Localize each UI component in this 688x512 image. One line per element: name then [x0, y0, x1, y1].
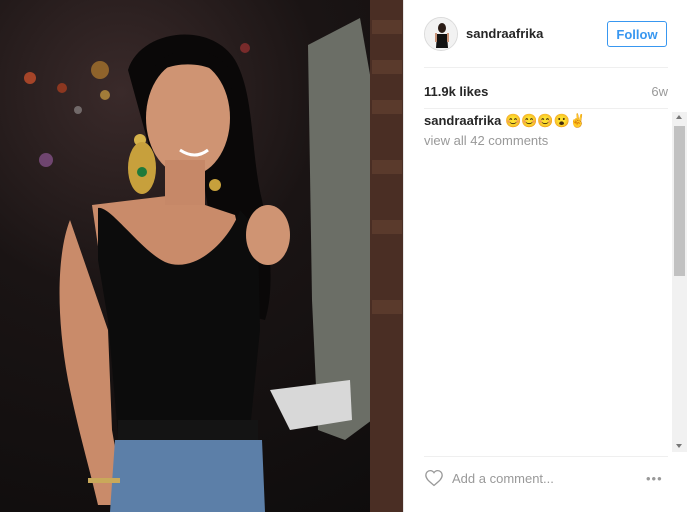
post-username[interactable]: sandraafrika [466, 26, 543, 41]
scroll-down-arrow-icon[interactable] [676, 444, 682, 448]
caption-username[interactable]: sandraafrika [424, 113, 501, 128]
likes-divider [424, 108, 668, 109]
comment-bar: Add a comment... ••• [424, 467, 668, 491]
comments-list: sandraafrika 😊😊😊😮✌ view all 42 comments [424, 112, 668, 150]
post-photo [0, 0, 403, 512]
comments-scrollbar[interactable] [672, 112, 687, 452]
photo-illustration [24, 0, 403, 512]
caption-text: 😊😊😊😮✌ [504, 113, 586, 128]
follow-button[interactable]: Follow [607, 21, 667, 47]
post-time[interactable]: 6w [644, 84, 668, 99]
instagram-post-modal: sandraafrika Follow 11.9k likes 6w sandr… [0, 0, 688, 512]
scrollbar-thumb[interactable] [674, 126, 685, 276]
profile-avatar[interactable] [424, 17, 458, 51]
more-options-icon[interactable]: ••• [646, 471, 663, 486]
view-all-comments-link[interactable]: view all 42 comments [424, 132, 668, 150]
scroll-up-arrow-icon[interactable] [676, 115, 682, 119]
header-divider [424, 67, 668, 68]
heart-icon[interactable] [424, 469, 444, 487]
likes-count[interactable]: 11.9k likes [424, 84, 488, 99]
avatar-image [425, 18, 457, 50]
caption: sandraafrika 😊😊😊😮✌ [424, 112, 668, 130]
footer-divider [424, 456, 668, 457]
add-comment-input[interactable]: Add a comment... [452, 471, 554, 486]
post-side-panel: sandraafrika Follow 11.9k likes 6w sandr… [403, 0, 688, 512]
